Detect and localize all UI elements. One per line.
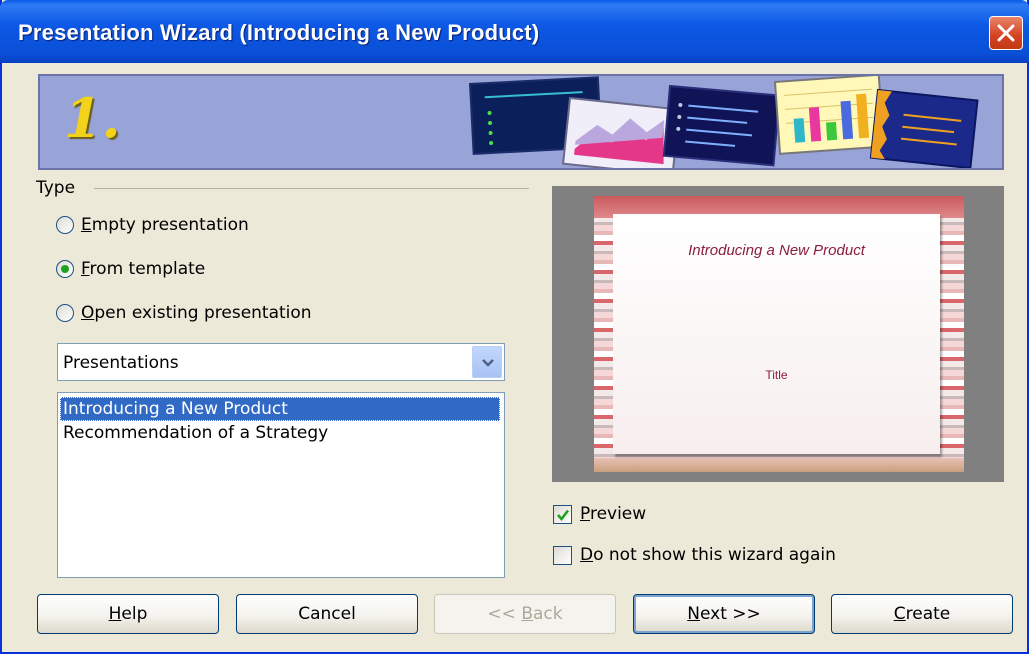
title-bar[interactable]: Presentation Wizard (Introducing a New P… <box>0 0 1029 63</box>
preview-slide-title: Introducing a New Product <box>688 242 865 259</box>
preview-slide-subtitle: Title <box>765 368 788 382</box>
radio-label: From template <box>81 259 206 279</box>
radio-label: Open existing presentation <box>81 303 312 323</box>
no-show-checkbox-row[interactable]: Do not show this wizard again <box>553 543 836 567</box>
thumbnail-orange-slide-icon <box>869 88 979 168</box>
no-show-checkbox-label: Do not show this wizard again <box>580 545 836 565</box>
type-group-separator <box>94 188 529 189</box>
thumbnail-bullets-slide-icon <box>662 84 781 167</box>
slide-content-card: Introducing a New Product Title <box>613 214 940 454</box>
thumbnail-area-chart-icon <box>562 96 681 168</box>
slide-preview: Introducing a New Product Title <box>594 196 964 472</box>
list-item[interactable]: Introducing a New Product <box>60 397 500 421</box>
thumbnail-bar-chart-icon <box>773 76 885 155</box>
cancel-button[interactable]: Cancel <box>236 594 418 634</box>
presentation-wizard-window: Presentation Wizard (Introducing a New P… <box>0 0 1029 654</box>
template-list[interactable]: Introducing a New Product Recommendation… <box>57 392 505 578</box>
help-button[interactable]: Help <box>37 594 219 634</box>
slide-bottom-band <box>594 458 964 472</box>
wizard-banner: 1. <box>38 74 1004 170</box>
radio-button-checked[interactable] <box>56 260 74 278</box>
chevron-down-icon <box>482 359 494 367</box>
category-select[interactable]: Presentations <box>57 343 505 381</box>
close-button[interactable] <box>989 16 1023 50</box>
preview-checkbox-row[interactable]: Preview <box>553 502 646 526</box>
checkmark-icon <box>557 509 570 521</box>
radio-from-template[interactable]: From template <box>56 257 205 281</box>
banner-thumbnails <box>468 76 979 168</box>
next-button[interactable]: Next >> <box>633 594 815 634</box>
dropdown-button[interactable] <box>472 346 502 378</box>
no-show-checkbox[interactable] <box>553 545 572 565</box>
radio-empty-presentation[interactable]: Empty presentation <box>56 213 249 237</box>
preview-pane: Introducing a New Product Title <box>552 186 1004 482</box>
close-icon <box>997 24 1015 42</box>
preview-checkbox-label: Preview <box>580 504 647 524</box>
list-item[interactable]: Recommendation of a Strategy <box>60 421 500 445</box>
preview-checkbox[interactable] <box>553 504 572 524</box>
radio-button[interactable] <box>56 216 74 234</box>
window-title: Presentation Wizard (Introducing a New P… <box>18 20 540 45</box>
category-select-value: Presentations <box>63 353 179 373</box>
radio-label: Empty presentation <box>81 215 249 235</box>
radio-open-existing[interactable]: Open existing presentation <box>56 301 312 325</box>
radio-button[interactable] <box>56 304 74 322</box>
create-button[interactable]: Create <box>831 594 1013 634</box>
back-button[interactable]: << Back <box>434 594 616 634</box>
type-group-label: Type <box>36 178 76 198</box>
